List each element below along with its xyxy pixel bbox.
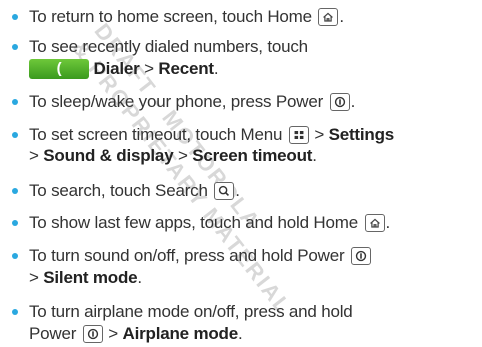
search-key-icon — [214, 181, 235, 200]
menu-path-sound-display: Sound & display — [43, 146, 174, 165]
menu-path-airplane-mode: Airplane mode — [122, 324, 239, 343]
bullet — [12, 309, 18, 315]
tip-text: To turn airplane mode on/off, press and … — [29, 302, 353, 321]
tip-text: To return to home screen, touch Home — [29, 7, 312, 26]
bullet — [12, 220, 18, 226]
dialer-icon: ( — [29, 58, 89, 79]
bullet — [12, 14, 18, 20]
bullet — [12, 44, 18, 50]
bullet — [12, 188, 18, 194]
menu-path-screen-timeout: Screen timeout — [192, 146, 313, 165]
menu-path-silent-mode: Silent mode — [43, 268, 138, 287]
menu-key-icon — [288, 125, 309, 144]
tip-text: To see recently dialed numbers, touch — [29, 37, 308, 56]
tip-text: To show last few apps, touch and hold Ho… — [29, 213, 358, 232]
home-key-icon — [364, 213, 385, 232]
menu-path-dialer: Dialer — [93, 59, 140, 78]
home-key-icon — [318, 7, 339, 26]
tip-text: To set screen timeout, touch Menu — [29, 125, 283, 144]
menu-path-recent: Recent — [158, 59, 214, 78]
power-key-icon — [350, 246, 371, 265]
tip-text: To turn sound on/off, press and hold Pow… — [29, 246, 345, 265]
power-key-icon — [329, 92, 350, 111]
bullet — [12, 132, 18, 138]
bullet — [12, 253, 18, 259]
bullet — [12, 99, 18, 105]
menu-path-settings: Settings — [328, 125, 395, 144]
tip-text: To sleep/wake your phone, press Power — [29, 92, 324, 111]
power-key-icon — [82, 324, 103, 343]
tip-text: To search, touch Search — [29, 181, 208, 200]
